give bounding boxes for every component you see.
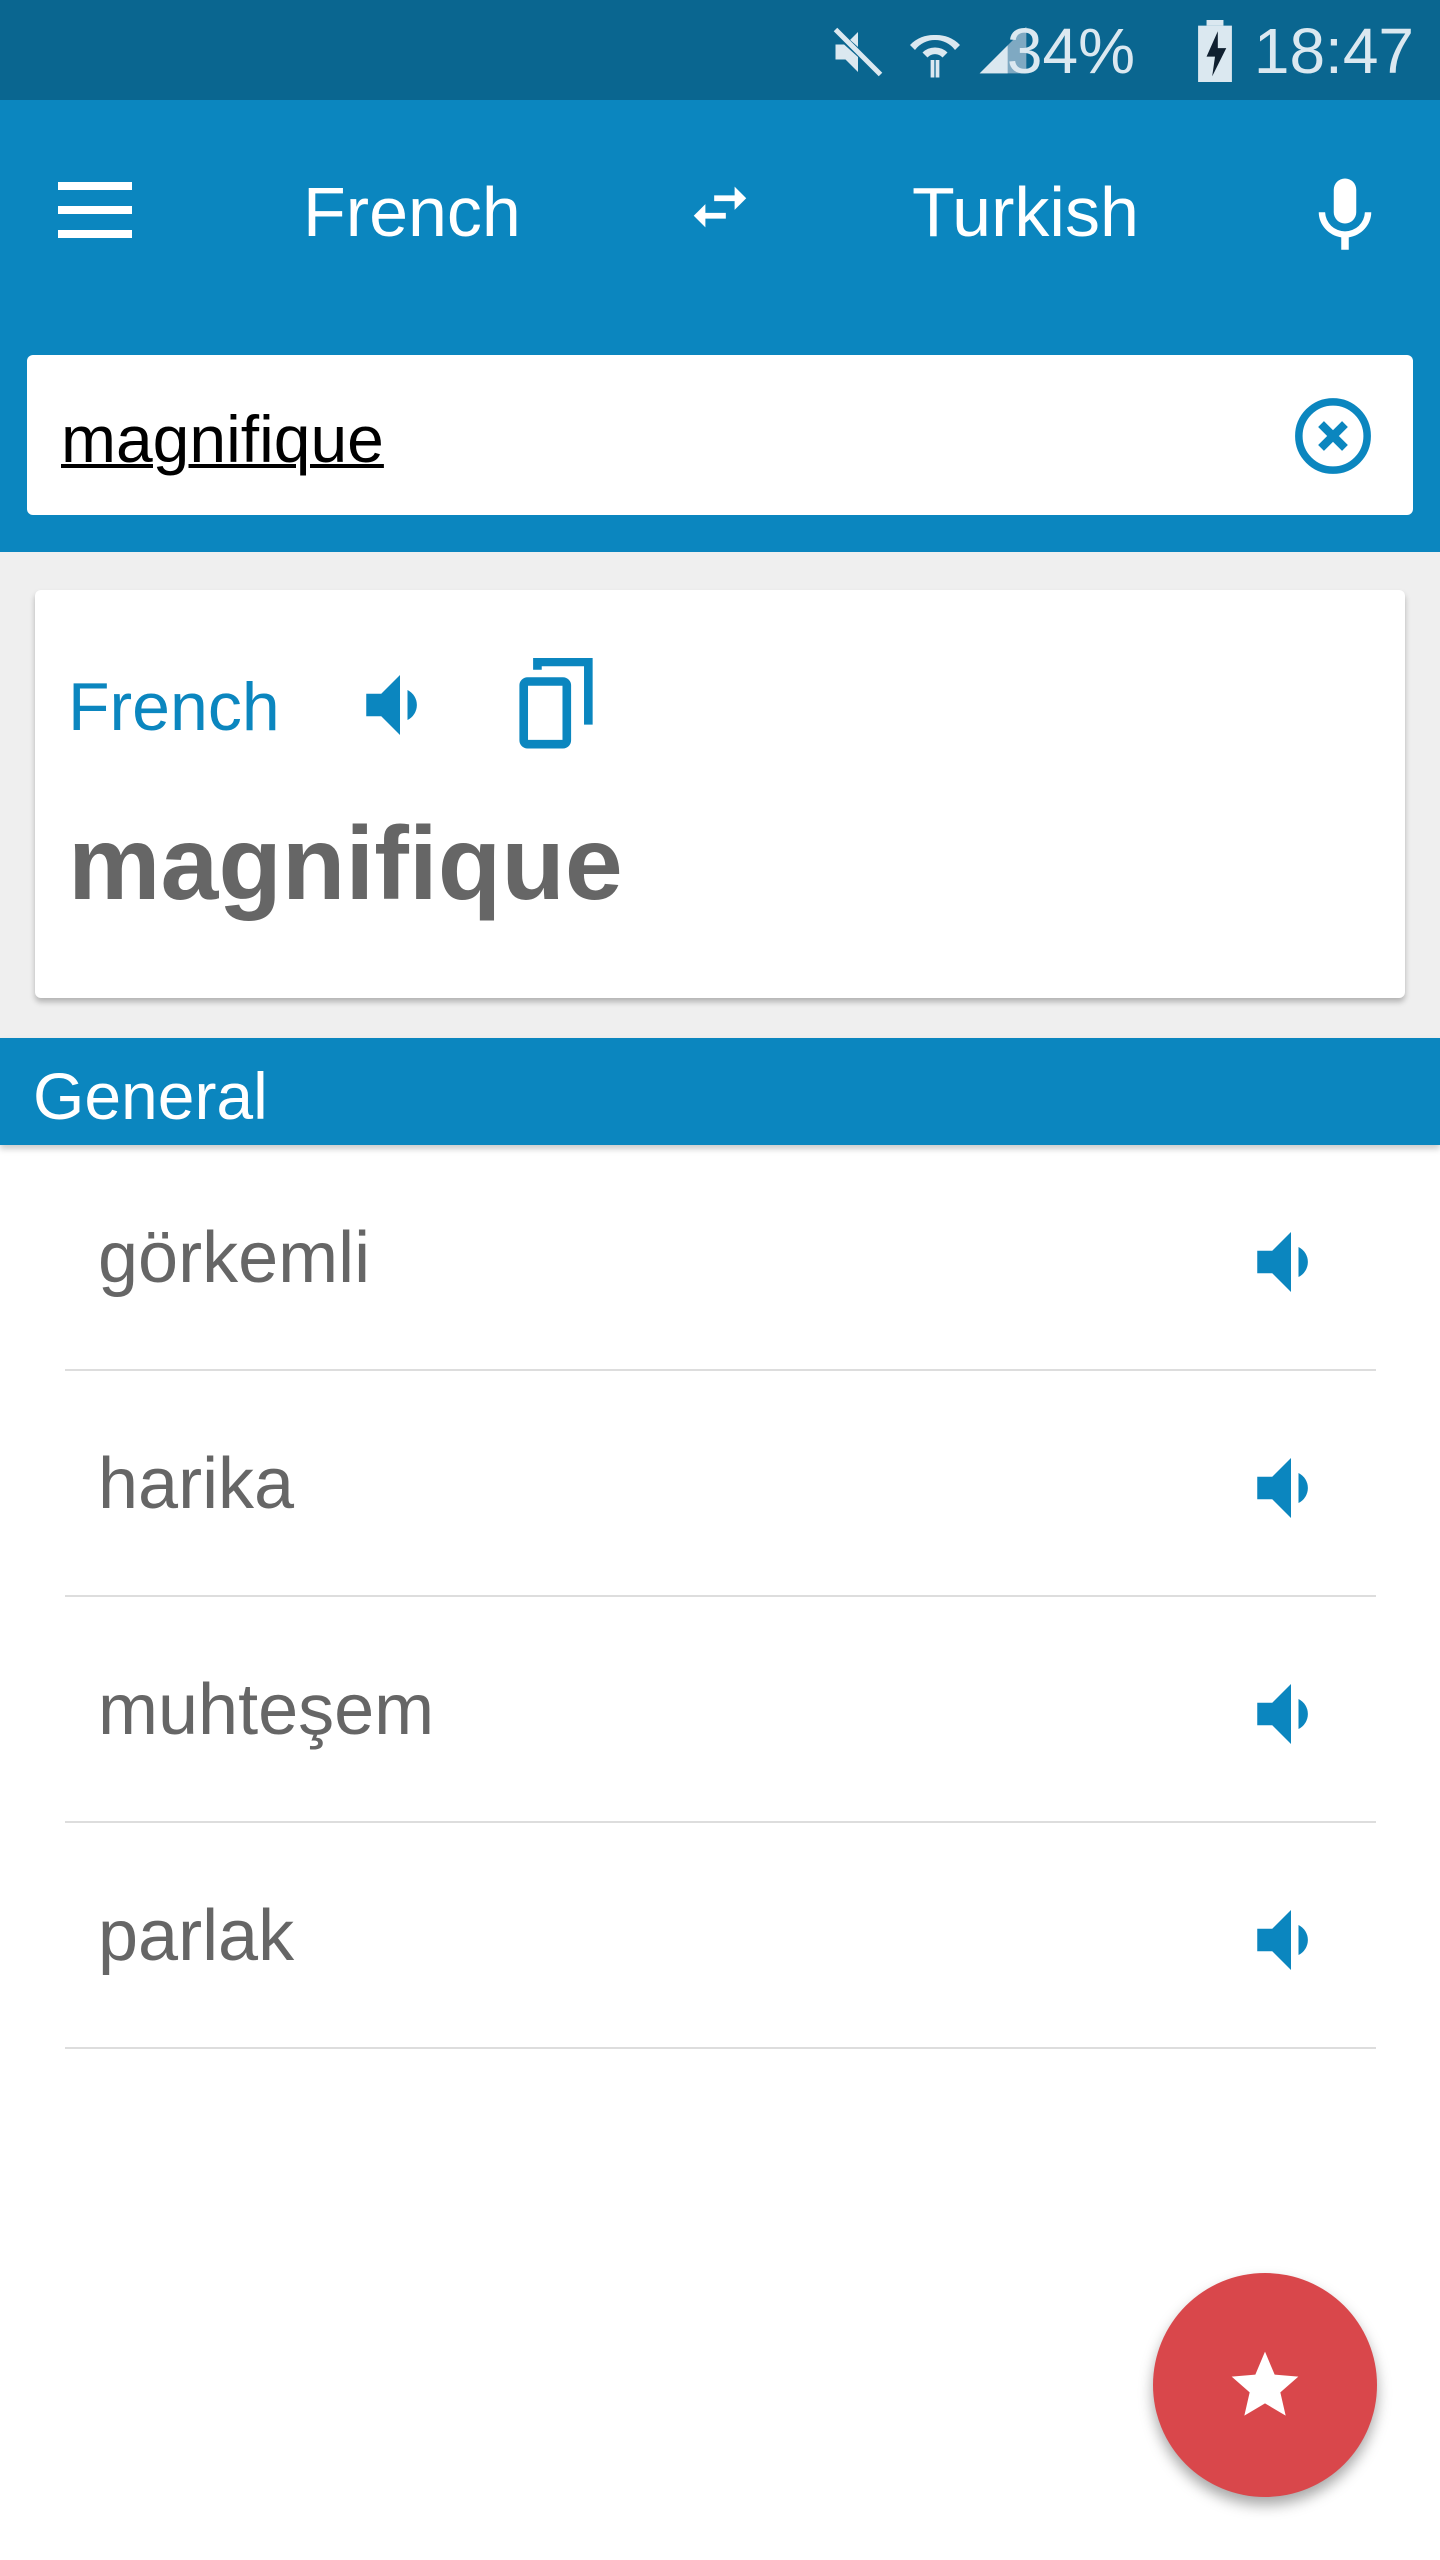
status-bar: 34% 18:47 xyxy=(0,0,1440,100)
translation-item[interactable]: parlak xyxy=(65,1823,1376,2049)
copy-icon[interactable] xyxy=(515,658,599,752)
section-title: General xyxy=(33,1059,268,1133)
translation-text: muhteşem xyxy=(98,1670,435,1750)
mute-icon xyxy=(830,26,886,78)
speaker-icon[interactable] xyxy=(1246,1217,1336,1307)
battery-charging-icon xyxy=(1198,20,1232,82)
clock: 18:47 xyxy=(1253,15,1414,87)
toolbar: French Turkish magnifique xyxy=(0,100,1440,552)
swap-languages-icon[interactable] xyxy=(682,172,758,242)
menu-icon[interactable] xyxy=(58,180,134,240)
target-language-button[interactable]: Turkish xyxy=(912,172,1139,252)
translation-text: parlak xyxy=(98,1896,295,1976)
section-header: General xyxy=(0,1038,1440,1145)
translation-item[interactable]: muhteşem xyxy=(65,1597,1376,1823)
translation-text: görkemli xyxy=(98,1218,371,1298)
speaker-icon[interactable] xyxy=(355,660,445,750)
star-icon xyxy=(1231,2351,1299,2416)
search-value[interactable]: magnifique xyxy=(61,401,384,477)
translation-item[interactable]: görkemli xyxy=(65,1145,1376,1371)
translation-item[interactable]: harika xyxy=(65,1371,1376,1597)
microphone-icon[interactable] xyxy=(1300,168,1390,264)
card-language: French xyxy=(68,669,280,745)
speaker-icon[interactable] xyxy=(1246,1895,1336,1985)
speaker-icon[interactable] xyxy=(1246,1669,1336,1759)
wifi-icon xyxy=(910,34,960,78)
favorite-button[interactable] xyxy=(1153,2273,1377,2497)
source-word-card: French magnifique xyxy=(35,590,1405,998)
battery-percent: 34% xyxy=(1006,15,1135,87)
search-input[interactable]: magnifique xyxy=(27,355,1413,515)
source-language-button[interactable]: French xyxy=(303,172,521,252)
speaker-icon[interactable] xyxy=(1246,1443,1336,1533)
clear-search-icon[interactable] xyxy=(1292,395,1374,477)
translation-text: harika xyxy=(98,1444,295,1524)
source-word: magnifique xyxy=(68,806,623,922)
